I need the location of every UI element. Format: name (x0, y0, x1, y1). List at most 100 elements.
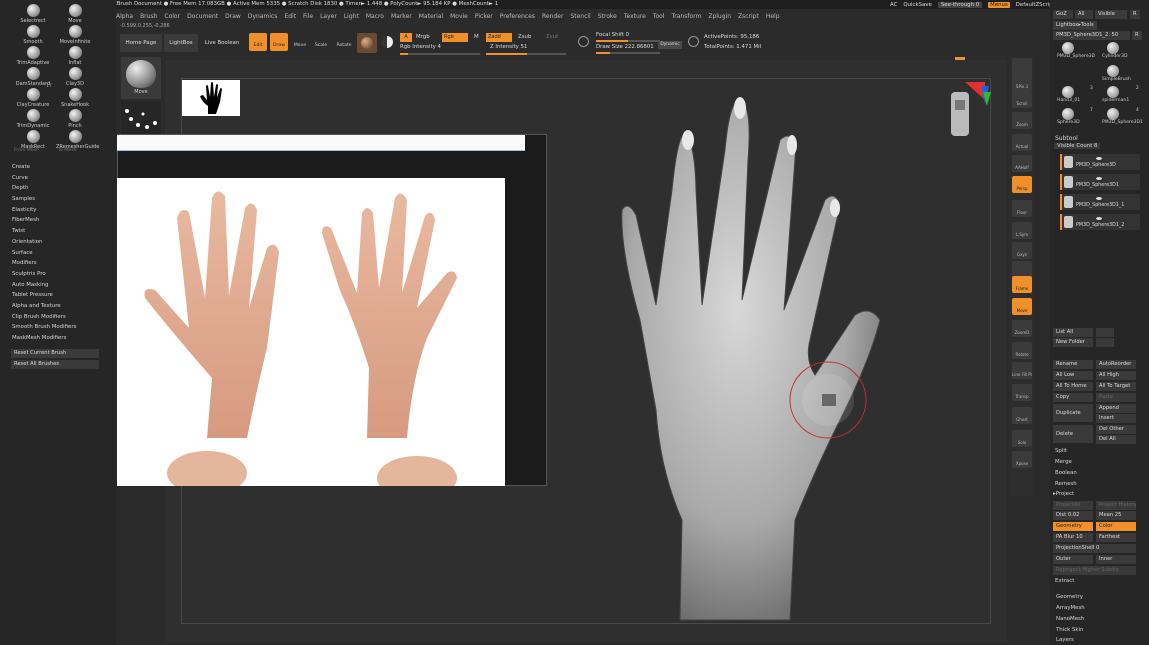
all-high-button[interactable]: All High (1096, 371, 1136, 380)
z-intensity-slider[interactable]: Z Intensity 51 (490, 44, 527, 50)
focal-shift-track[interactable] (596, 40, 660, 42)
a-toggle[interactable]: A (400, 33, 412, 42)
menu-alpha[interactable]: Alpha (116, 13, 133, 20)
goz-visible-button[interactable]: Visible (1095, 10, 1127, 19)
goz-all-button[interactable]: All (1075, 10, 1093, 19)
sculpted-hand-model[interactable] (600, 90, 900, 630)
tool-hand3-01[interactable]: Hand3_01 (1057, 86, 1080, 108)
move-brush-thumbnail[interactable]: Move (121, 57, 161, 99)
shelf-frame-button[interactable]: Frame (1012, 276, 1032, 293)
dynamic-button[interactable]: Dynamic (658, 41, 682, 49)
draw-size-slider[interactable]: Draw Size 222.86801 (596, 44, 654, 50)
menu-draw[interactable]: Draw (225, 13, 241, 20)
subtool-row[interactable]: PM3D_Sphere3D1_1 (1060, 194, 1140, 210)
shelf-transp-button[interactable]: Transp (1012, 384, 1032, 401)
tool-r-button[interactable]: R (1132, 31, 1142, 40)
to-mesh-button[interactable]: To Mesh (58, 148, 76, 153)
default-zscript-button[interactable]: DefaultZScript (1016, 2, 1055, 8)
brush-menu-curve[interactable]: Curve (12, 173, 102, 184)
shelf-icon0-button[interactable] (1012, 58, 1032, 75)
from-mesh-button[interactable]: From Mesh (14, 148, 39, 153)
rgb-intensity-track[interactable] (400, 53, 480, 55)
menu-macro[interactable]: Macro (366, 13, 384, 20)
shelf-l-sym-button[interactable]: L.Sym (1012, 222, 1032, 239)
outer-toggle[interactable]: Outer (1053, 555, 1093, 564)
rename-button[interactable]: Rename (1053, 360, 1093, 369)
shelf-gxyz-button[interactable]: Gxyz (1012, 242, 1032, 259)
shelf-floor-button[interactable]: Floor (1012, 200, 1032, 217)
brush-menu-orientation[interactable]: Orientation (12, 237, 102, 248)
inner-toggle[interactable]: Inner (1096, 555, 1136, 564)
project-all-button[interactable]: ProjectAll (1053, 501, 1093, 510)
rgb-intensity-slider[interactable]: Rgb Intensity 4 (400, 44, 441, 50)
live-boolean-button[interactable]: Live Boolean (202, 34, 242, 52)
focal-shift-slider[interactable]: Focal Shift 0 (596, 32, 629, 38)
shelf-solo-button[interactable]: Solo (1012, 430, 1032, 447)
all-to-target-button[interactable]: All To Target (1096, 382, 1136, 391)
shelf-spix-3-button[interactable]: SPix 3 (1012, 74, 1032, 91)
visibility-eye-icon[interactable] (1096, 197, 1102, 200)
z-intensity-track[interactable] (486, 53, 566, 55)
shelf-xpose-button[interactable]: Xpose (1012, 451, 1032, 468)
draw-button[interactable]: Draw (270, 33, 288, 51)
goz-r-button[interactable]: R (1130, 10, 1140, 19)
extract-menu[interactable]: Extract (1055, 578, 1074, 584)
menu-dynamics[interactable]: Dynamics (248, 13, 278, 20)
stroke-dots-thumbnail[interactable] (121, 101, 161, 135)
split-menu[interactable]: Split (1055, 448, 1067, 454)
quicksave-button[interactable]: QuickSave (903, 2, 931, 8)
lightbox-tools-button[interactable]: Lightbox▸Tools (1053, 21, 1097, 30)
rgb-toggle[interactable]: Rgb (442, 33, 468, 42)
visibility-eye-icon[interactable] (1096, 177, 1102, 180)
thick-skin-menu[interactable]: Thick Skin (1056, 627, 1083, 633)
tool-cylinder3d[interactable]: Cylinder3D (1102, 42, 1127, 64)
menu-marker[interactable]: Marker (391, 13, 412, 20)
see-through-slider[interactable]: See-through 0 (937, 2, 983, 8)
color-toggle[interactable]: Color (1096, 522, 1136, 531)
hand-silhouette-thumbnail[interactable] (182, 80, 240, 116)
ac-label[interactable]: AC (890, 2, 897, 8)
zsub-toggle[interactable]: Zsub (518, 34, 531, 40)
visibility-eye-icon[interactable] (1096, 217, 1102, 220)
edit-button[interactable]: Edit (249, 33, 267, 51)
dist-slider[interactable]: Dist 0.02 (1053, 511, 1093, 520)
brush-menu-fibermesh[interactable]: FiberMesh (12, 215, 102, 226)
move-button[interactable]: Move (291, 33, 309, 51)
mrgb-toggle[interactable]: Mrgb (416, 34, 430, 40)
menu-brush[interactable]: Brush (140, 13, 157, 20)
folder-add-icon[interactable] (1096, 328, 1114, 337)
autoreorder-button[interactable]: AutoReorder (1096, 360, 1136, 369)
canvas-scroll-indicator[interactable] (955, 57, 965, 60)
brush-menu-depth[interactable]: Depth (12, 183, 102, 194)
shelf-actual-button[interactable]: Actual (1012, 134, 1032, 151)
menu-tool[interactable]: Tool (653, 13, 665, 20)
list-all-button[interactable]: List All (1053, 328, 1093, 337)
layers-menu[interactable]: Layers (1056, 637, 1074, 643)
pa-blur-slider[interactable]: PA Blur 10 (1053, 533, 1093, 542)
brush-menu-samples[interactable]: Samples (12, 194, 102, 205)
project-history-button[interactable]: Project History (1096, 501, 1136, 510)
shelf-rotate-button[interactable]: Rotate (1012, 342, 1032, 359)
shelf-zoom-button[interactable]: Zoom (1012, 112, 1032, 129)
del-all-button[interactable]: Del All (1096, 435, 1136, 444)
brush-menu-auto-masking[interactable]: Auto Masking (12, 280, 102, 291)
menu-color[interactable]: Color (164, 13, 180, 20)
menu-preferences[interactable]: Preferences (500, 13, 535, 20)
menu-stroke[interactable]: Stroke (598, 13, 617, 20)
reproject-higher-subdiv-button[interactable]: Reproject Higher Subdiv (1053, 566, 1136, 575)
brush-menu-create[interactable]: Create (12, 162, 102, 173)
zcut-toggle[interactable]: Zcut (546, 34, 558, 40)
brush-menu-elasticity[interactable]: Elasticity (12, 205, 102, 216)
duplicate-button[interactable]: Duplicate (1053, 404, 1093, 422)
shelf-scroll-button[interactable]: Scroll (1012, 91, 1032, 108)
arraymesh-menu[interactable]: ArrayMesh (1056, 605, 1085, 611)
reset-all-brushes-button[interactable]: Reset All Brushes (11, 360, 99, 369)
visible-count-slider[interactable]: Visible Count 8 (1054, 143, 1101, 149)
lightbox-button[interactable]: LightBox (164, 34, 198, 52)
menu-movie[interactable]: Movie (450, 13, 468, 20)
farthest-toggle[interactable]: Farthest (1096, 533, 1136, 542)
shelf-ghost-button[interactable]: Ghost (1012, 407, 1032, 424)
mean-slider[interactable]: Mean 25 (1096, 511, 1136, 520)
navigation-gizmo[interactable] (945, 80, 995, 140)
brush-menu-sculptris-pro[interactable]: Sculptris Pro (12, 269, 102, 280)
